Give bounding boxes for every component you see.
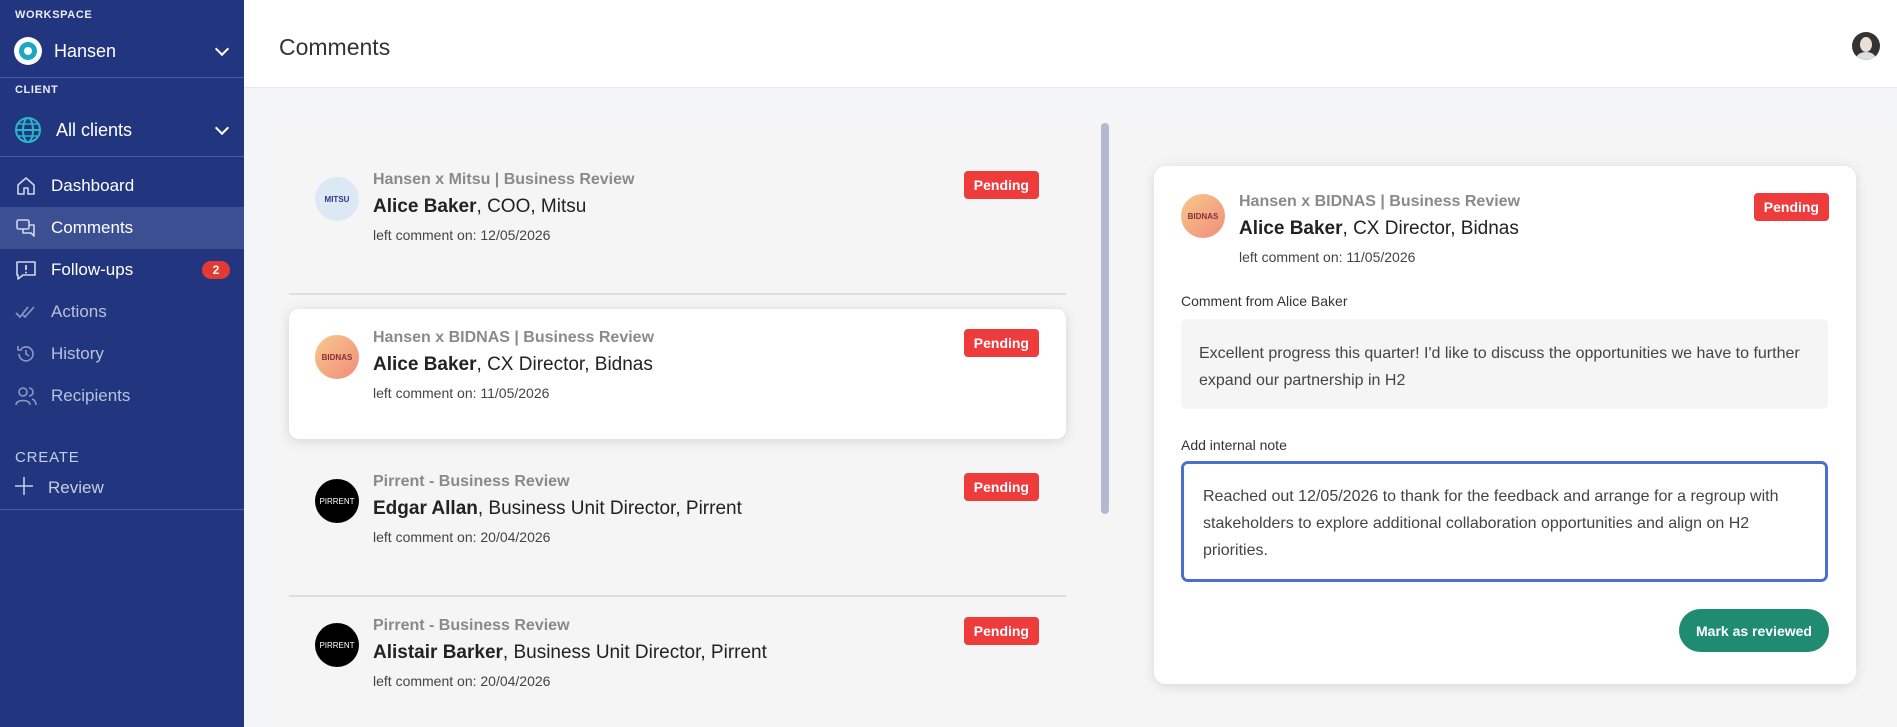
commenter-role: , COO, Mitsu <box>476 196 587 217</box>
review-title: Pirrent - Business Review <box>373 617 570 634</box>
workspace-selector[interactable]: Hansen <box>14 33 230 69</box>
sidebar-item-comments[interactable]: Comments <box>0 207 244 249</box>
sidebar-item-label: Recipients <box>51 386 131 405</box>
mark-as-reviewed-button[interactable]: Mark as reviewed <box>1679 609 1829 652</box>
comment-detail-card: BIDNAS Hansen x BIDNAS | Business Review… <box>1154 166 1856 684</box>
sidebar: WORKSPACE Hansen CLIENT All clients Dash… <box>0 0 244 727</box>
sidebar-item-actions[interactable]: Actions <box>0 291 244 333</box>
commenter-role: , CX Director, Bidnas <box>1342 218 1519 239</box>
divider <box>0 509 244 510</box>
client-logo: BIDNAS <box>315 335 359 379</box>
workspace-caption: WORKSPACE <box>15 9 93 21</box>
sidebar-item-label: Comments <box>51 218 134 237</box>
sidebar-item-label: History <box>51 344 104 363</box>
commenter-name: Alice Baker <box>373 354 477 375</box>
note-label: Add internal note <box>1181 437 1287 453</box>
divider <box>0 156 244 157</box>
list-scrollbar[interactable] <box>1101 123 1109 514</box>
workspace-name: Hansen <box>54 40 117 61</box>
sidebar-item-recipients[interactable]: Recipients <box>0 375 244 417</box>
review-title: Hansen x Mitsu | Business Review <box>373 171 635 188</box>
status-badge: Pending <box>963 473 1039 501</box>
sidebar-item-label: Dashboard <box>51 176 135 195</box>
sidebar-item-follow-ups[interactable]: Follow-ups 2 <box>0 249 244 291</box>
alert-message-icon <box>14 258 38 282</box>
status-badge: Pending <box>963 329 1039 357</box>
comment-date: left comment on: 12/05/2026 <box>373 227 551 243</box>
comments-list: MITSU Hansen x Mitsu | Business Review A… <box>289 151 1066 727</box>
divider <box>0 77 244 78</box>
commenter: Edgar Allan, Business Unit Director, Pir… <box>373 498 742 520</box>
chevron-down-icon <box>214 120 230 135</box>
create-caption: CREATE <box>15 449 80 466</box>
create-review-button[interactable]: Review <box>14 474 104 502</box>
comment-text: Excellent progress this quarter! I'd lik… <box>1181 319 1828 409</box>
users-icon <box>14 384 38 408</box>
top-bar: Comments <box>244 0 1897 88</box>
review-title: Hansen x BIDNAS | Business Review <box>373 329 655 346</box>
client-selector[interactable]: All clients <box>14 112 230 148</box>
home-icon <box>14 174 38 198</box>
sidebar-nav: Dashboard Comments Follow-ups 2 Actions … <box>0 165 244 417</box>
commenter: Alistair Barker, Business Unit Director,… <box>373 642 767 664</box>
sidebar-item-dashboard[interactable]: Dashboard <box>0 165 244 207</box>
sidebar-item-label: Actions <box>51 302 107 321</box>
comment-card[interactable]: PIRRENT Pirrent - Business Review Alista… <box>289 597 1066 727</box>
chevron-down-icon <box>214 41 230 56</box>
commenter-role: , Business Unit Director, Pirrent <box>477 498 742 519</box>
follow-ups-count-badge: 2 <box>202 261 230 279</box>
chat-bubbles-icon <box>14 216 38 240</box>
comment-date: left comment on: 20/04/2026 <box>373 529 551 545</box>
commenter-name: Alice Baker <box>1239 218 1343 239</box>
review-title: Pirrent - Business Review <box>373 473 570 490</box>
comment-card[interactable]: PIRRENT Pirrent - Business Review Edgar … <box>289 453 1066 597</box>
create-review-label: Review <box>48 478 104 497</box>
commenter: Alice Baker, CX Director, Bidnas <box>373 354 654 376</box>
workspace-logo-icon <box>14 37 42 65</box>
commenter-name: Alistair Barker <box>373 642 503 663</box>
commenter-name: Alice Baker <box>373 196 477 217</box>
client-logo: BIDNAS <box>1181 194 1225 238</box>
user-avatar[interactable] <box>1852 32 1880 60</box>
comment-card-selected[interactable]: BIDNAS Hansen x BIDNAS | Business Review… <box>289 309 1066 439</box>
sidebar-item-history[interactable]: History <box>0 333 244 375</box>
status-badge: Pending <box>1753 193 1829 221</box>
commenter-role: , CX Director, Bidnas <box>476 354 653 375</box>
comment-date: left comment on: 11/05/2026 <box>373 385 550 401</box>
commenter: Alice Baker, CX Director, Bidnas <box>1239 218 1520 240</box>
client-name: All clients <box>56 119 133 140</box>
internal-note-input[interactable]: Reached out 12/05/2026 to thank for the … <box>1181 461 1828 582</box>
history-icon <box>14 342 38 366</box>
commenter-name: Edgar Allan <box>373 498 478 519</box>
page-title: Comments <box>279 34 391 60</box>
client-logo: MITSU <box>315 177 359 221</box>
commenter-role: , Business Unit Director, Pirrent <box>502 642 767 663</box>
globe-icon <box>14 116 42 144</box>
client-logo: PIRRENT <box>315 623 359 667</box>
client-logo: PIRRENT <box>315 479 359 523</box>
comment-label: Comment from Alice Baker <box>1181 293 1348 309</box>
comments-panel: MITSU Hansen x Mitsu | Business Review A… <box>263 123 1897 727</box>
status-badge: Pending <box>963 171 1039 199</box>
double-check-icon <box>14 300 38 324</box>
sidebar-item-label: Follow-ups <box>51 260 134 279</box>
review-title: Hansen x BIDNAS | Business Review <box>1239 193 1521 210</box>
comment-card[interactable]: MITSU Hansen x Mitsu | Business Review A… <box>289 151 1066 295</box>
plus-icon <box>14 476 34 501</box>
comment-date: left comment on: 20/04/2026 <box>373 673 551 689</box>
comment-date: left comment on: 11/05/2026 <box>1239 249 1416 265</box>
commenter: Alice Baker, COO, Mitsu <box>373 196 634 218</box>
client-caption: CLIENT <box>15 84 59 96</box>
status-badge: Pending <box>963 617 1039 645</box>
